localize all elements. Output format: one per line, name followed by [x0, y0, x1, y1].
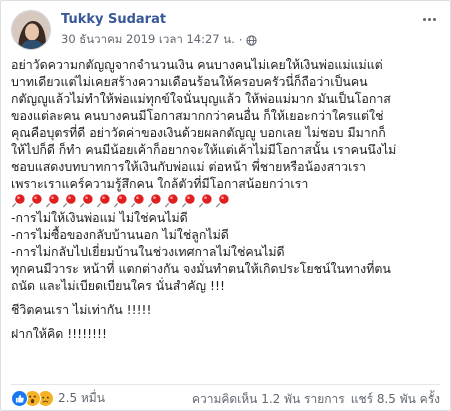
- pushpin-icon: [130, 194, 144, 208]
- pushpin-icon: [62, 194, 76, 208]
- point-line: ถนัด และไม่เบียดเบียนใคร นั่นสำคัญ !!!: [11, 278, 225, 293]
- post-line: บาทเดียวแต่ไม่เคยสร้างความเดือนร้อนให้คร…: [11, 74, 368, 89]
- post-line: เพราะเราแคร์ความรู้สึกคน ใกล้ตัวที่มีโอก…: [11, 176, 309, 191]
- pushpin-icon: [198, 194, 212, 208]
- point-line: -การไม่กลับไปเยี่ยมบ้านในช่วงเทศกาลไม่ใช…: [11, 244, 285, 259]
- post-line: ของแต่ละคน คนบางคนมีโอกาสมากกว่าคนอื่น ก…: [11, 108, 384, 123]
- pushpin-icon: [181, 194, 195, 208]
- pushpin-icon: [79, 194, 93, 208]
- meta-separator: ·: [238, 33, 243, 47]
- post-timestamp[interactable]: 30 ธันวาคม 2019 เวลา 14:27 น.: [61, 31, 235, 49]
- comments-count[interactable]: ความคิดเห็น 1.2 พัน รายการ: [192, 390, 345, 409]
- pushpin-icon: [96, 194, 110, 208]
- post-header: Tukky Sudarat 30 ธันวาคม 2019 เวลา 14:27…: [11, 10, 440, 50]
- post-line: ชอบแสดงบทบาทการให้เงินกับพ่อแม่ ต่อหน้า …: [11, 159, 366, 174]
- post-body: อย่าวัดความกตัญญูจากจำนวนเงิน คนบางคนไม่…: [11, 56, 443, 342]
- author-name[interactable]: Tukky Sudarat: [61, 12, 166, 27]
- post-line: คุณคือบุตรที่ดี อย่าวัดค่าของเงินด้วยผลก…: [11, 125, 386, 140]
- post-line: อย่าวัดความกตัญญูจากจำนวนเงิน คนบางคนไม่…: [11, 57, 383, 72]
- reactions-summary[interactable]: 2.5 หมื่น: [11, 389, 105, 408]
- point-line: -การไม่ซื้อของกลับบ้านนอก ไม่ใช่ลูกไม่ดี: [11, 227, 229, 242]
- pushpin-icon: [215, 194, 229, 208]
- post-line: กตัญญูแล้วไม่ทำให้พ่อแม่ทุกข์ใจนั่นบุญแล…: [11, 91, 391, 106]
- shares-count[interactable]: แชร์ 8.5 พัน ครั้ง: [351, 390, 440, 409]
- post-footer: 2.5 หมื่น ความคิดเห็น 1.2 พัน รายการ แชร…: [11, 384, 440, 407]
- globe-icon[interactable]: [246, 34, 258, 46]
- point-line: ทุกคนมีวาระ หน้าที่ แตกต่างกัน จงมั่นทำต…: [11, 261, 391, 276]
- pushpin-row: [11, 192, 443, 209]
- avatar[interactable]: [11, 10, 51, 50]
- pushpin-icon: [28, 194, 42, 208]
- engagement-stats: ความคิดเห็น 1.2 พัน รายการ แชร์ 8.5 พัน …: [192, 390, 440, 409]
- closing-line: ฝากให้คิด !!!!!!!!: [11, 326, 107, 341]
- post-line: ให้ไปก็ดี ก็ทำ คนมีน้อยเค้าก็อยากจะให้แต…: [11, 142, 397, 157]
- pushpin-icon: [45, 194, 59, 208]
- closing-line: ชีวิตคนเรา ไม่เท่ากัน !!!!!: [11, 302, 152, 317]
- pushpin-icon: [147, 194, 161, 208]
- pushpin-icon: [164, 194, 178, 208]
- pushpin-icon: [11, 194, 25, 208]
- reaction-count[interactable]: 2.5 หมื่น: [58, 389, 105, 408]
- post-meta: 30 ธันวาคม 2019 เวลา 14:27 น. ·: [61, 31, 258, 49]
- pushpin-icon: [113, 194, 127, 208]
- like-icon[interactable]: [11, 390, 28, 407]
- more-options-icon[interactable]: [418, 12, 440, 26]
- post-card: Tukky Sudarat 30 ธันวาคม 2019 เวลา 14:27…: [0, 0, 451, 411]
- point-line: -การไม่ให้เงินพ่อแม่ ไม่ใช่คนไม่ดี: [11, 210, 188, 225]
